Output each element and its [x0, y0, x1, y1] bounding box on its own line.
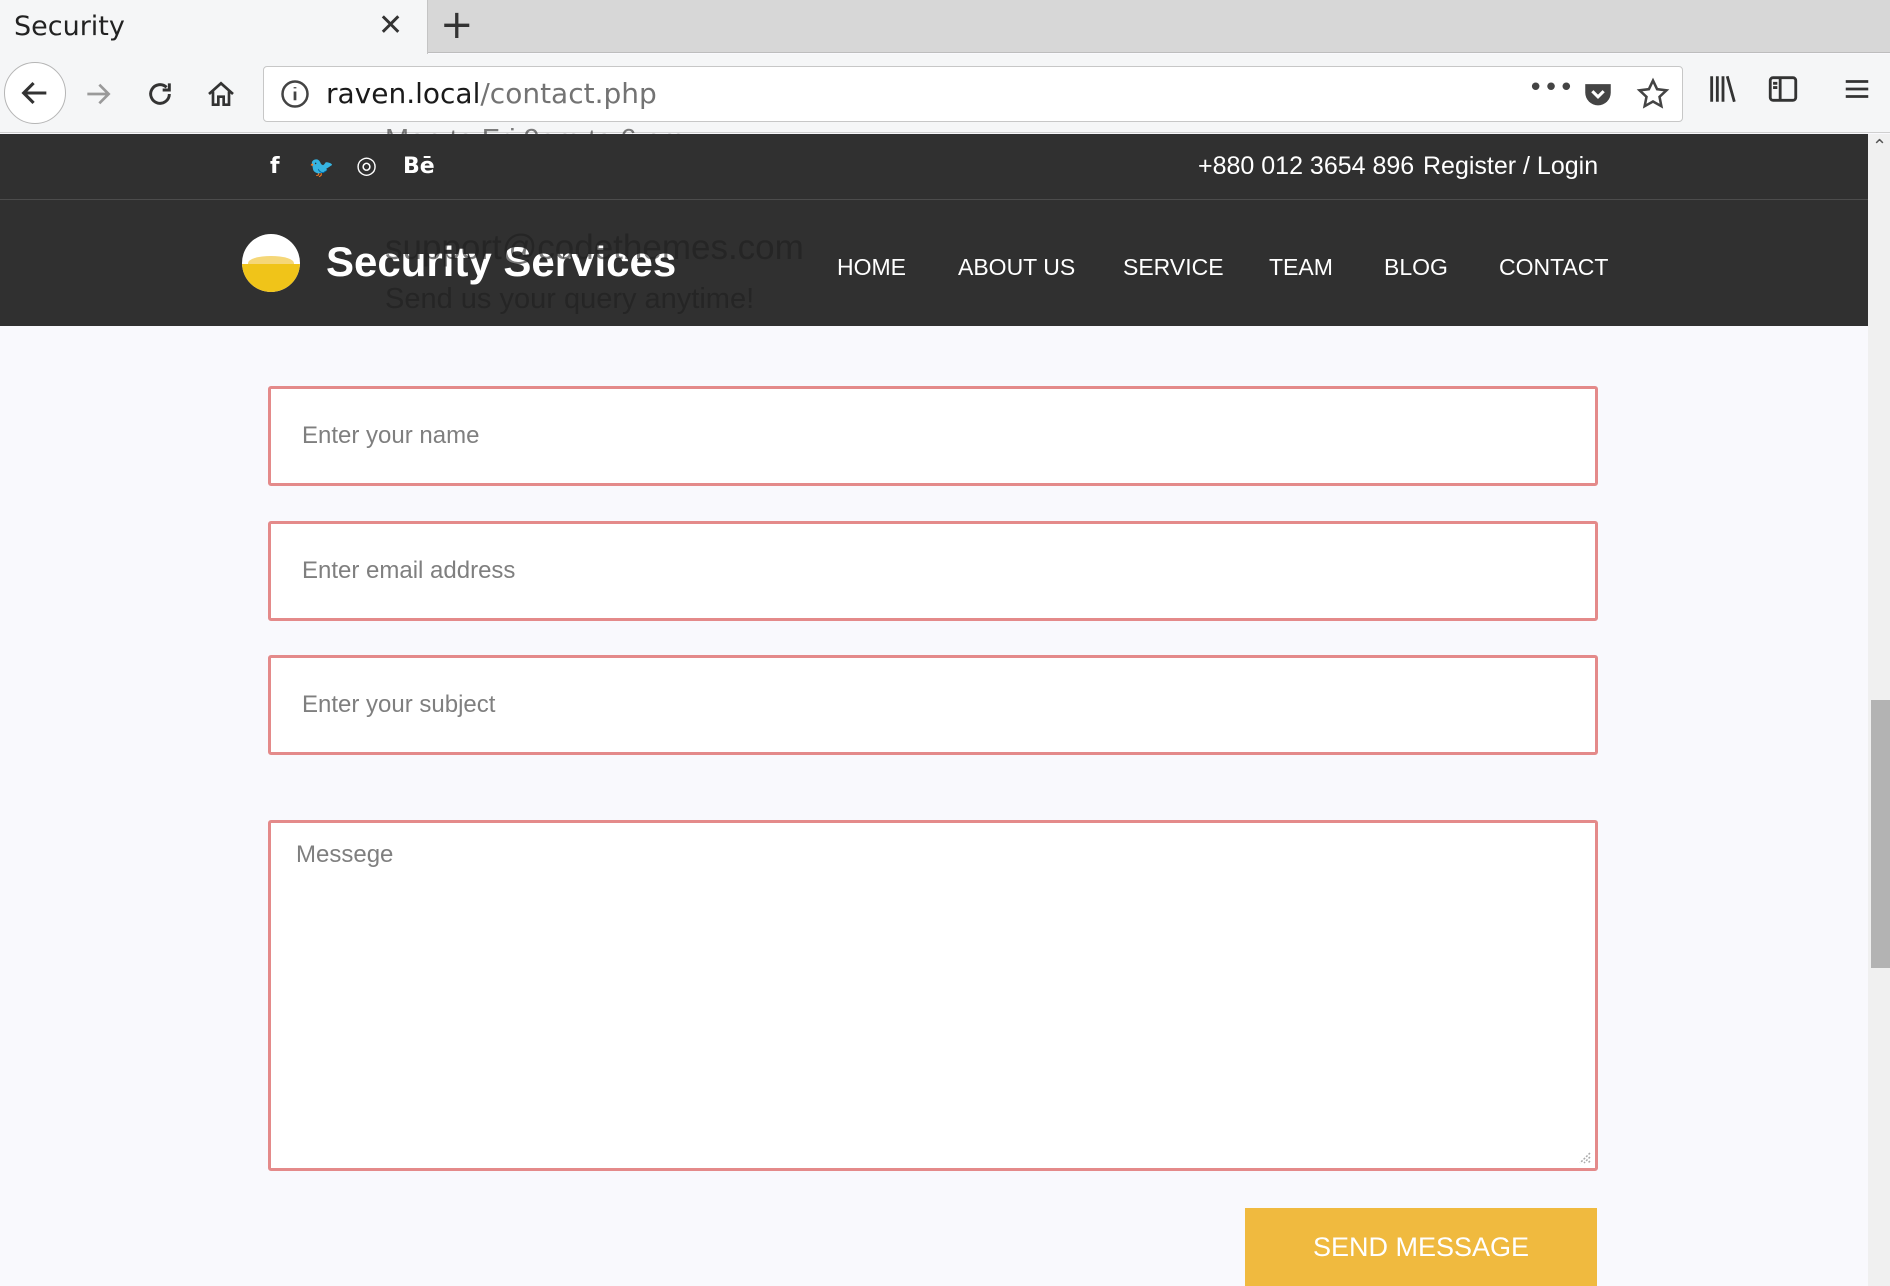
- sidebar-icon[interactable]: [1766, 72, 1800, 106]
- page-actions-icon[interactable]: •••: [1528, 73, 1574, 103]
- subject-input[interactable]: [271, 658, 1595, 752]
- logo-icon[interactable]: [242, 234, 300, 292]
- phone-number: +880 012 3654 896: [1198, 152, 1415, 180]
- forward-arrow-icon: [87, 83, 111, 105]
- back-button[interactable]: [4, 62, 66, 124]
- subject-field[interactable]: [268, 655, 1598, 755]
- resize-grip-icon[interactable]: [1575, 1148, 1591, 1164]
- browser-toolbar: raven.local/contact.php •••: [0, 54, 1890, 133]
- send-message-button[interactable]: SEND MESSAGE: [1245, 1208, 1597, 1286]
- new-tab-icon[interactable]: +: [440, 2, 474, 48]
- reload-button[interactable]: [132, 66, 188, 122]
- message-field[interactable]: [268, 820, 1598, 1171]
- message-textarea[interactable]: [271, 823, 1595, 1168]
- library-icon[interactable]: [1706, 72, 1740, 106]
- name-field[interactable]: [268, 386, 1598, 486]
- nav-contact[interactable]: CONTACT: [1499, 254, 1608, 281]
- page-scrollbar[interactable]: ⌃: [1868, 134, 1890, 1286]
- nav-blog[interactable]: BLOG: [1384, 254, 1448, 281]
- url-text[interactable]: raven.local/contact.php: [326, 77, 657, 110]
- main-navigation: Security Services HOME ABOUT US SERVICE …: [0, 200, 1868, 326]
- nav-home[interactable]: HOME: [837, 254, 906, 281]
- behance-icon[interactable]: Bē: [403, 154, 435, 179]
- pocket-icon[interactable]: [1581, 77, 1615, 111]
- browser-tab[interactable]: Security ✕: [0, 0, 428, 54]
- register-login-link[interactable]: Register / Login: [1423, 152, 1598, 181]
- contact-email: support@codethemes.com: [385, 228, 804, 267]
- scroll-up-arrow-icon[interactable]: ⌃: [1872, 136, 1887, 157]
- reload-icon: [149, 83, 171, 105]
- email-input[interactable]: [271, 524, 1595, 618]
- logo-fill: [242, 264, 300, 292]
- info-icon[interactable]: [280, 79, 310, 109]
- home-icon: [208, 81, 234, 106]
- nav-team[interactable]: TEAM: [1269, 254, 1333, 281]
- bookmark-star-icon[interactable]: [1636, 77, 1670, 111]
- tab-close-icon[interactable]: ✕: [378, 8, 403, 43]
- top-info-bar: f 🐦 ◎ Bē +880 012 3654 896 Register / Lo…: [0, 134, 1868, 200]
- nav-service[interactable]: SERVICE: [1123, 254, 1224, 281]
- browser-tab-bar: Security ✕ +: [0, 0, 1890, 54]
- url-host: raven.local: [326, 77, 481, 110]
- tab-title: Security: [14, 11, 125, 42]
- twitter-icon[interactable]: 🐦: [309, 155, 334, 179]
- email-field[interactable]: [268, 521, 1598, 621]
- url-bar[interactable]: raven.local/contact.php •••: [263, 66, 1683, 122]
- name-input[interactable]: [271, 389, 1595, 483]
- dribbble-icon[interactable]: ◎: [356, 151, 377, 179]
- scroll-thumb[interactable]: [1871, 700, 1890, 968]
- back-arrow-icon: [21, 81, 47, 105]
- nav-about-us[interactable]: ABOUT US: [958, 254, 1075, 281]
- hamburger-menu-icon[interactable]: [1842, 72, 1872, 106]
- url-path: /contact.php: [480, 77, 657, 110]
- contact-query-text: Send us your query anytime!: [385, 283, 755, 315]
- facebook-icon[interactable]: f: [270, 154, 280, 179]
- home-button[interactable]: [193, 66, 249, 122]
- forward-button[interactable]: [70, 66, 126, 122]
